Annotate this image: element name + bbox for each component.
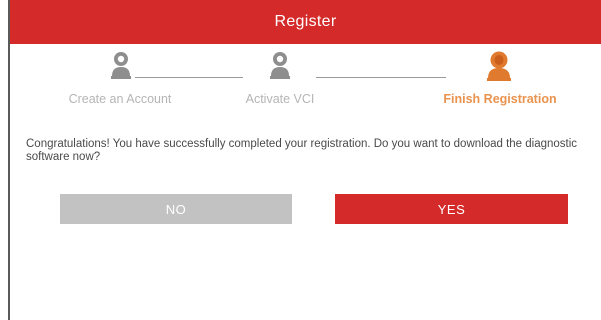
step-label: Finish Registration	[443, 92, 557, 106]
yes-button[interactable]: YES	[335, 194, 568, 224]
confirmation-message: Congratulations! You have successfully c…	[26, 138, 578, 163]
register-dialog: Register Create an Account Activate VCI …	[8, 0, 601, 320]
step-connector-1	[135, 77, 243, 78]
no-button-label: NO	[165, 201, 187, 217]
user-icon	[110, 50, 132, 85]
step-label: Create an Account	[68, 92, 172, 106]
yes-button-label: YES	[437, 201, 466, 217]
step-connector-2	[316, 77, 446, 78]
user-icon	[486, 50, 512, 87]
user-icon	[269, 50, 291, 85]
step-label: Activate VCI	[245, 92, 315, 106]
dialog-title-bar: Register	[10, 0, 601, 44]
registration-progress: Create an Account Activate VCI Finish Re…	[10, 50, 601, 110]
no-button[interactable]: NO	[60, 194, 292, 224]
dialog-title: Register	[274, 13, 337, 30]
